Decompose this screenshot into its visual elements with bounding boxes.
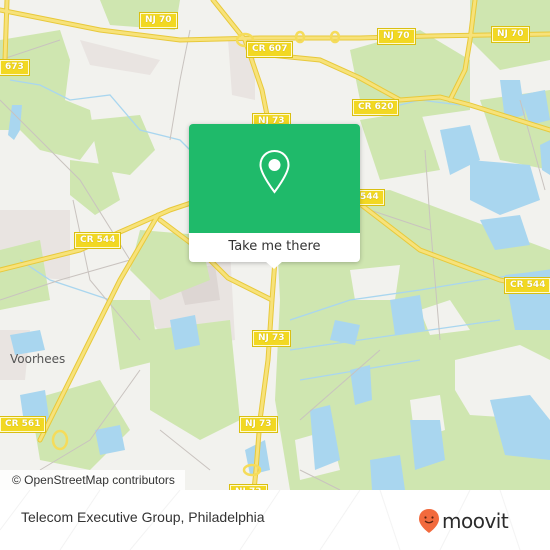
popup-pointer: [265, 261, 283, 269]
road-label-cr544: CR 544: [503, 277, 550, 294]
road-label-nj70: NJ 70: [139, 12, 178, 29]
road-label-nj70: NJ 70: [491, 26, 530, 43]
take-me-there-button[interactable]: Take me there: [189, 233, 360, 262]
map-pin-icon: [259, 149, 290, 194]
moovit-wordmark: moovit: [442, 509, 509, 533]
road-label-cr607: CR 607: [245, 41, 294, 58]
road-label-cr620: CR 620: [351, 99, 400, 116]
road-label-cr544: CR 544: [73, 232, 122, 249]
map-attribution[interactable]: © OpenStreetMap contributors: [0, 470, 185, 490]
road-label-nj73: NJ 73: [252, 330, 291, 347]
moovit-smiley-pin-icon: [419, 509, 439, 533]
location-title: Telecom Executive Group, Philadelphia: [21, 509, 265, 525]
map-view[interactable]: NJ 70 NJ 70 NJ 70 CR 607 CR 620 NJ 73 67…: [0, 0, 550, 490]
place-label-voorhees: Voorhees: [10, 352, 66, 366]
popup-header: [189, 124, 360, 233]
moovit-logo[interactable]: moovit: [418, 508, 509, 534]
location-popup: Take me there: [189, 124, 360, 269]
road-label-nj73: NJ 73: [239, 416, 278, 433]
road-label-nj70: NJ 70: [377, 28, 416, 45]
road-label-cr561: CR 561: [0, 416, 47, 433]
road-label-cr673: 673: [0, 59, 30, 76]
